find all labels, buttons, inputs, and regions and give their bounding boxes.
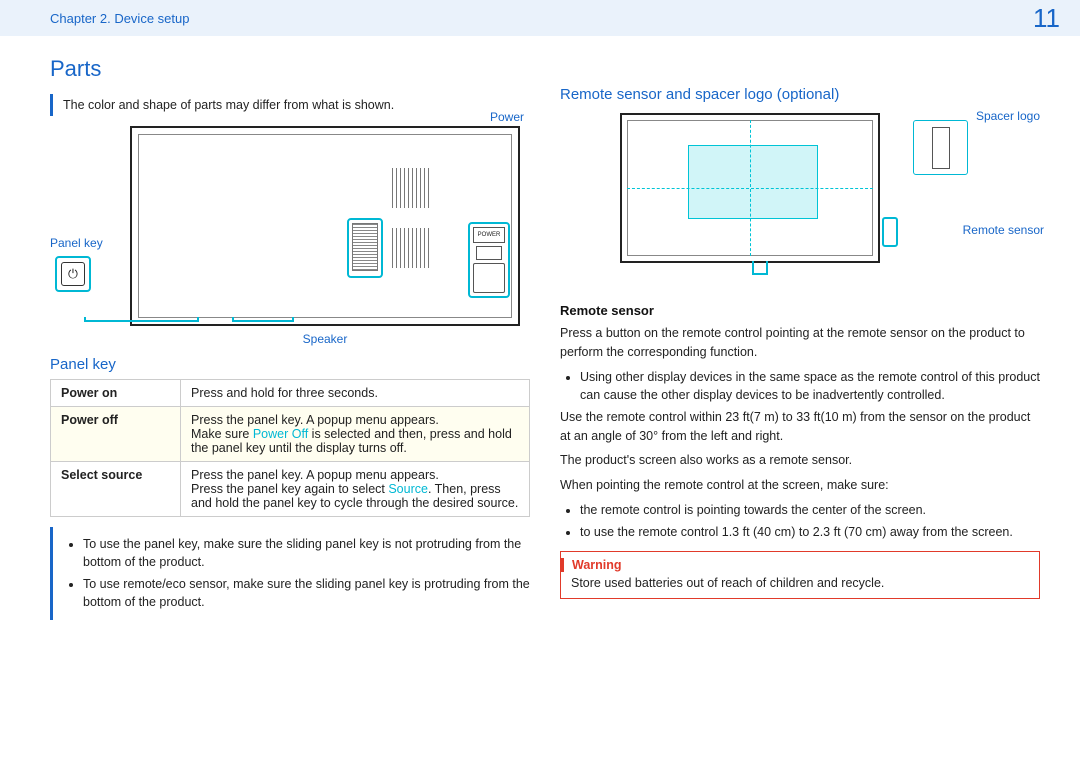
chapter-label: Chapter 2. Device setup xyxy=(50,11,189,26)
list-item: to use the remote control 1.3 ft (40 cm)… xyxy=(580,523,1040,541)
list-item: the remote control is pointing towards t… xyxy=(580,501,1040,519)
rs-para-1: Press a button on the remote control poi… xyxy=(560,324,1040,362)
list-item: To use the panel key, make sure the slid… xyxy=(83,535,530,571)
page-number: 11 xyxy=(1033,3,1060,34)
warning-title: Warning xyxy=(561,558,622,572)
select-source-label: Select source xyxy=(51,462,181,517)
warning-box: Warning Store used batteries out of reac… xyxy=(560,551,1040,599)
remote-sensor-label: Remote sensor xyxy=(963,223,1044,237)
rear-diagram: POWER Power xyxy=(130,126,520,326)
parts-title: Parts xyxy=(50,56,530,82)
power-on-text: Press and hold for three seconds. xyxy=(181,380,530,407)
rs-para-2: Use the remote control within 23 ft(7 m)… xyxy=(560,408,1040,446)
speaker-label: Speaker xyxy=(130,332,520,346)
parts-note: The color and shape of parts may differ … xyxy=(50,94,530,116)
panel-key-icon: ⏻ xyxy=(55,256,91,292)
power-highlight: POWER xyxy=(468,222,510,298)
panel-key-label: Panel key xyxy=(50,236,103,250)
left-column: Parts The color and shape of parts may d… xyxy=(50,56,530,628)
power-off-label: Power off xyxy=(51,407,181,462)
remote-sensor-optional-heading: Remote sensor and spacer logo (optional) xyxy=(560,86,1040,103)
sensor-zone xyxy=(688,145,818,219)
page-header: Chapter 2. Device setup 11 xyxy=(0,0,1080,36)
warning-text: Store used batteries out of reach of chi… xyxy=(571,576,1029,590)
spacer-logo-label: Spacer logo xyxy=(976,109,1040,123)
front-diagram xyxy=(620,113,880,263)
table-row: Power on Press and hold for three second… xyxy=(51,380,530,407)
remote-sensor-heading: Remote sensor xyxy=(560,303,1040,318)
bottom-note: To use the panel key, make sure the slid… xyxy=(50,527,530,620)
list-item: Using other display devices in the same … xyxy=(580,368,1040,404)
rs-para-4: When pointing the remote control at the … xyxy=(560,476,1040,495)
power-on-label: Power on xyxy=(51,380,181,407)
table-row: Power off Press the panel key. A popup m… xyxy=(51,407,530,462)
remote-sensor-icon xyxy=(882,217,898,247)
rs-para-3: The product's screen also works as a rem… xyxy=(560,451,1040,470)
power-off-text: Press the panel key. A popup menu appear… xyxy=(181,407,530,462)
power-label: Power xyxy=(490,110,524,124)
spacer-logo-icon xyxy=(913,120,968,175)
table-row: Select source Press the panel key. A pop… xyxy=(51,462,530,517)
panel-key-heading: Panel key xyxy=(50,356,530,373)
select-source-text: Press the panel key. A popup menu appear… xyxy=(181,462,530,517)
panel-key-table: Power on Press and hold for three second… xyxy=(50,379,530,517)
speaker-highlight xyxy=(347,218,383,278)
content-area: Parts The color and shape of parts may d… xyxy=(0,36,1080,648)
list-item: To use remote/eco sensor, make sure the … xyxy=(83,575,530,611)
right-column: Remote sensor and spacer logo (optional)… xyxy=(560,56,1040,628)
